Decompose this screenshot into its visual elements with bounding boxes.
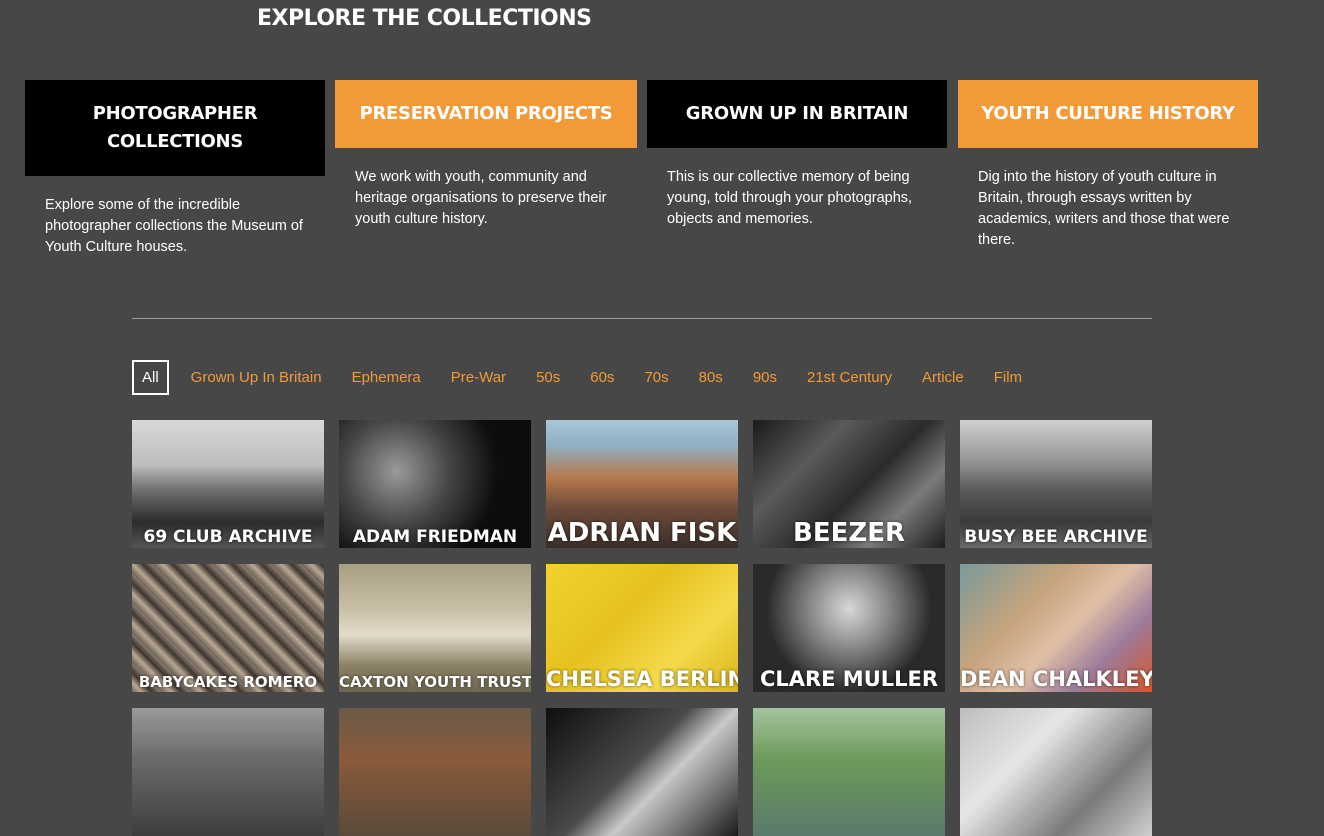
collection-tile[interactable] bbox=[960, 708, 1152, 836]
collection-tile-beezer[interactable]: BEEZER bbox=[753, 420, 945, 548]
collection-tile[interactable] bbox=[339, 708, 531, 836]
filter-grown-up-in-britain[interactable]: Grown Up In Britain bbox=[191, 369, 322, 386]
collection-photo bbox=[546, 708, 738, 836]
collection-label: ADAM FRIEDMAN bbox=[352, 527, 518, 547]
filter-50s[interactable]: 50s bbox=[536, 369, 560, 386]
card-preservation-projects: PRESERVATION PROJECTS We work with youth… bbox=[335, 80, 637, 230]
collection-photo bbox=[339, 708, 531, 836]
section-divider bbox=[132, 318, 1152, 319]
filter-ephemera[interactable]: Ephemera bbox=[352, 369, 421, 386]
collection-tile-dean-chalkley[interactable]: DEAN CHALKLEY bbox=[960, 564, 1152, 692]
filter-all[interactable]: All bbox=[132, 359, 169, 395]
collection-tile-caxton-youth-trust[interactable]: CAXTON YOUTH TRUST bbox=[339, 564, 531, 692]
collection-tile-busy-bee-archive[interactable]: BUSY BEE ARCHIVE bbox=[960, 420, 1152, 548]
card-youth-culture-history: YOUTH CULTURE HISTORY Dig into the histo… bbox=[958, 80, 1258, 251]
collection-label: BEEZER bbox=[793, 518, 905, 548]
collections-grid: 69 CLUB ARCHIVE ADAM FRIEDMAN ADRIAN FIS… bbox=[132, 420, 1152, 836]
youth-culture-history-description: Dig into the history of youth culture in… bbox=[978, 169, 1230, 248]
collection-label: ADRIAN FISK bbox=[547, 518, 737, 548]
card-photographer-collections: PHOTOGRAPHER COLLECTIONS Explore some of… bbox=[25, 80, 325, 258]
collection-label: DEAN CHALKLEY bbox=[960, 667, 1152, 691]
filter-article[interactable]: Article bbox=[922, 369, 964, 386]
filter-film[interactable]: Film bbox=[994, 369, 1022, 386]
photographer-collections-description: Explore some of the incredible photograp… bbox=[45, 197, 303, 255]
page-title: EXPLORE THE COLLECTIONS bbox=[257, 6, 592, 31]
collection-label: CLARE MULLER bbox=[759, 667, 939, 691]
collection-tile[interactable] bbox=[132, 708, 324, 836]
grown-up-in-britain-description: This is our collective memory of being y… bbox=[667, 169, 913, 227]
preservation-projects-description: We work with youth, community and herita… bbox=[355, 169, 607, 227]
card-grown-up-in-britain: GROWN UP IN BRITAIN This is our collecti… bbox=[647, 80, 947, 230]
collection-tile-adam-friedman[interactable]: ADAM FRIEDMAN bbox=[339, 420, 531, 548]
collection-photo bbox=[753, 708, 945, 836]
collection-label: CAXTON YOUTH TRUST bbox=[339, 673, 531, 691]
collection-tile[interactable] bbox=[546, 708, 738, 836]
filter-21st-century[interactable]: 21st Century bbox=[807, 369, 892, 386]
collection-tile-clare-muller[interactable]: CLARE MULLER bbox=[753, 564, 945, 692]
photographer-collections-button[interactable]: PHOTOGRAPHER COLLECTIONS bbox=[25, 80, 325, 176]
youth-culture-history-button[interactable]: YOUTH CULTURE HISTORY bbox=[958, 80, 1258, 148]
collection-tile[interactable] bbox=[753, 708, 945, 836]
filter-70s[interactable]: 70s bbox=[644, 369, 668, 386]
filter-90s[interactable]: 90s bbox=[753, 369, 777, 386]
collection-tile-chelsea-berlin[interactable]: CHELSEA BERLIN bbox=[546, 564, 738, 692]
collection-photo bbox=[960, 708, 1152, 836]
collection-tile-69-club-archive[interactable]: 69 CLUB ARCHIVE bbox=[132, 420, 324, 548]
filter-80s[interactable]: 80s bbox=[699, 369, 723, 386]
collection-tile-babycakes-romero[interactable]: BABYCAKES ROMERO bbox=[132, 564, 324, 692]
collection-label: BABYCAKES ROMERO bbox=[138, 673, 318, 691]
collection-tile-adrian-fisk[interactable]: ADRIAN FISK bbox=[546, 420, 738, 548]
filter-60s[interactable]: 60s bbox=[590, 369, 614, 386]
collection-label: CHELSEA BERLIN bbox=[546, 667, 738, 691]
collection-label: 69 CLUB ARCHIVE bbox=[143, 527, 313, 547]
preservation-projects-button[interactable]: PRESERVATION PROJECTS bbox=[335, 80, 637, 148]
grown-up-in-britain-button[interactable]: GROWN UP IN BRITAIN bbox=[647, 80, 947, 148]
filter-pre-war[interactable]: Pre-War bbox=[451, 369, 506, 386]
collection-label: BUSY BEE ARCHIVE bbox=[964, 527, 1148, 547]
filter-bar: All Grown Up In Britain Ephemera Pre-War… bbox=[132, 359, 1052, 395]
collection-photo bbox=[132, 708, 324, 836]
